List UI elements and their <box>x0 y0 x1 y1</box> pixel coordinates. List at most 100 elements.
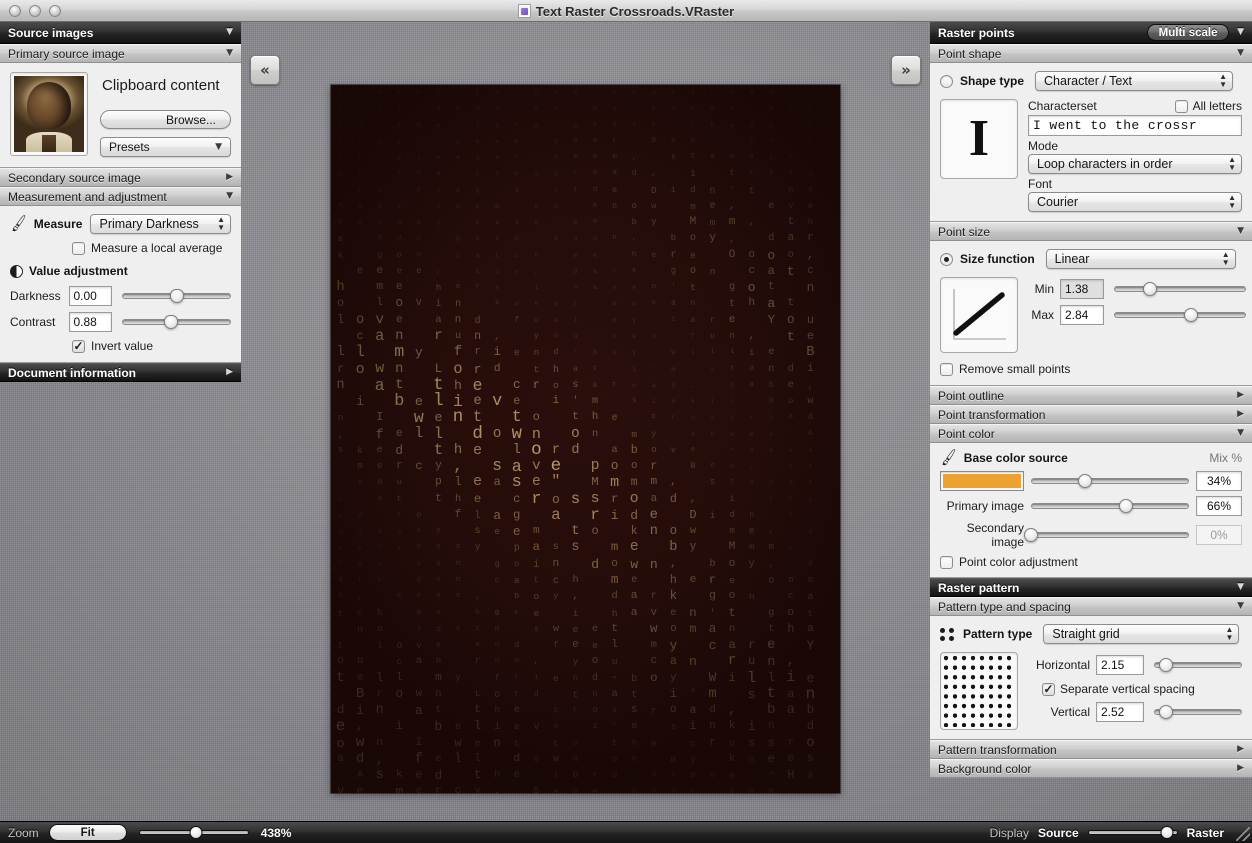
source-images-title: Source images <box>8 25 94 40</box>
chevron-down-icon[interactable]: ▼ <box>226 28 233 37</box>
window-titlebar: Text Raster Crossroads.VRaster <box>0 0 1252 22</box>
chevron-right-icon[interactable]: ▶ <box>226 368 233 377</box>
point-shape-body: Shape type Character / Text ▲ ▼ I Charact… <box>930 63 1252 222</box>
min-input[interactable]: 1.38 <box>1060 279 1104 299</box>
vertical-slider[interactable] <box>1154 703 1242 721</box>
presets-button[interactable]: Presets ▼ <box>100 137 231 157</box>
size-function-select[interactable]: Linear ▲ ▼ <box>1045 249 1236 269</box>
measurement-body: 🖌 Measure Primary Darkness ▲ ▼ Measure a … <box>0 206 241 363</box>
raster-points-header[interactable]: Raster points Multi scale ▼ <box>930 22 1252 44</box>
collapse-right-panel-button[interactable]: » <box>891 55 921 85</box>
secondary-source-header[interactable]: Secondary source image ▶ <box>0 168 241 187</box>
all-letters-checkbox[interactable] <box>1174 99 1188 113</box>
base-color-source-label: Base color source <box>963 451 1068 465</box>
max-input[interactable]: 2.84 <box>1060 305 1104 325</box>
chevron-down-icon[interactable]: ▼ <box>1237 583 1244 592</box>
artwork-text: I went to the crossroad, fell down on my… <box>335 89 816 793</box>
multi-scale-button[interactable]: Multi scale <box>1147 24 1230 41</box>
display-mode-slider[interactable] <box>1087 825 1178 841</box>
pattern-preview[interactable] <box>940 652 1018 730</box>
collapse-left-panel-button[interactable]: « <box>250 55 280 85</box>
point-shape-title: Point shape <box>938 46 1002 61</box>
chevron-right-icon[interactable]: ▶ <box>1237 764 1244 773</box>
source-images-panel: Source images ▼ Primary source image ▼ C… <box>0 22 241 382</box>
min-slider[interactable] <box>1114 280 1246 298</box>
measure-label: Measure <box>33 217 83 231</box>
shape-type-select[interactable]: Character / Text ▲ ▼ <box>1035 71 1234 91</box>
vertical-input[interactable]: 2.52 <box>1096 702 1144 722</box>
pattern-type-spacing-header[interactable]: Pattern type and spacing ▼ <box>930 597 1252 616</box>
point-shape-header[interactable]: Point shape ▼ <box>930 44 1252 63</box>
chevron-down-icon[interactable]: ▼ <box>226 192 233 201</box>
chevron-down-icon[interactable]: ▼ <box>1237 602 1244 611</box>
chevron-down-icon[interactable]: ▼ <box>1237 28 1244 37</box>
chevron-right-icon[interactable]: ▶ <box>1237 391 1244 400</box>
measure-select[interactable]: Primary Darkness ▲ ▼ <box>90 214 231 234</box>
point-color-header[interactable]: Point color ▼ <box>930 424 1252 443</box>
invert-value-checkbox[interactable] <box>72 339 85 353</box>
size-curve-preview[interactable] <box>940 277 1018 353</box>
contrast-input[interactable]: 0.88 <box>68 312 113 332</box>
characterset-input[interactable]: I went to the crossr <box>1028 115 1242 136</box>
display-raster-label: Raster <box>1186 825 1224 840</box>
primary-source-header[interactable]: Primary source image ▼ <box>0 44 241 63</box>
window-resize-grip[interactable] <box>1236 827 1250 841</box>
background-color-header[interactable]: Background color ▶ <box>930 759 1252 778</box>
zoom-label: Zoom <box>8 825 39 840</box>
local-average-label: Measure a local average <box>91 241 223 255</box>
raster-artwork[interactable]: I went to the crossroad, fell down on my… <box>331 85 840 793</box>
chevron-right-icon[interactable]: ▶ <box>1237 410 1244 419</box>
font-select[interactable]: Courier ▲ ▼ <box>1028 192 1242 212</box>
chevron-right-icon[interactable]: ▶ <box>226 173 233 182</box>
horizontal-slider[interactable] <box>1154 656 1242 674</box>
chevron-down-icon[interactable]: ▼ <box>1237 49 1244 58</box>
minimize-button[interactable] <box>29 4 41 17</box>
point-size-title: Point size <box>938 224 991 239</box>
point-size-header[interactable]: Point size ▼ <box>930 222 1252 241</box>
primary-source-body: Clipboard content Browse... Presets ▼ <box>0 63 241 168</box>
source-images-header[interactable]: Source images ▼ <box>0 22 241 44</box>
secondary-image-mix-slider[interactable] <box>1024 526 1189 544</box>
close-button[interactable] <box>9 4 21 17</box>
shape-preview[interactable]: I <box>940 99 1018 179</box>
zoom-slider[interactable] <box>138 825 249 841</box>
point-outline-header[interactable]: Point outline ▶ <box>930 386 1252 405</box>
window-controls[interactable] <box>9 4 61 17</box>
max-slider[interactable] <box>1114 306 1246 324</box>
raster-points-panel: Raster points Multi scale ▼ Point shape … <box>930 22 1252 778</box>
chevron-right-icon[interactable]: ▶ <box>1237 745 1244 754</box>
chevron-down-icon[interactable]: ▼ <box>1237 227 1244 236</box>
base-color-mix-slider[interactable] <box>1031 472 1189 490</box>
chevron-down-icon[interactable]: ▼ <box>1237 429 1244 438</box>
mode-select[interactable]: Loop characters in order ▲ ▼ <box>1028 154 1242 174</box>
secondary-source-title: Secondary source image <box>8 170 141 185</box>
base-color-mix-value[interactable]: 34% <box>1196 471 1242 491</box>
chevron-down-icon[interactable]: ▼ <box>226 49 233 58</box>
darkness-input[interactable]: 0.00 <box>68 286 113 306</box>
status-bar: Zoom Fit 438% Display Source Raster <box>0 821 1252 843</box>
portrait-thumbnail[interactable] <box>10 72 88 156</box>
zoom-fit-button[interactable]: Fit <box>48 824 127 841</box>
pattern-transformation-header[interactable]: Pattern transformation ▶ <box>930 740 1252 759</box>
separate-vertical-checkbox[interactable] <box>1042 682 1055 696</box>
zoom-button[interactable] <box>49 4 61 17</box>
pattern-type-select[interactable]: Straight grid ▲ ▼ <box>1043 624 1240 644</box>
measurement-header[interactable]: Measurement and adjustment ▼ <box>0 187 241 206</box>
point-color-adjustment-checkbox[interactable] <box>940 555 953 569</box>
primary-image-mix-value[interactable]: 66% <box>1196 496 1242 516</box>
contrast-slider[interactable] <box>122 313 231 331</box>
darkness-slider[interactable] <box>122 287 231 305</box>
point-transformation-header[interactable]: Point transformation ▶ <box>930 405 1252 424</box>
remove-small-points-checkbox[interactable] <box>940 362 953 376</box>
horizontal-input[interactable]: 2.15 <box>1096 655 1144 675</box>
shape-type-radio[interactable] <box>940 74 953 88</box>
point-color-title: Point color <box>938 426 995 441</box>
browse-button[interactable]: Browse... <box>100 110 231 129</box>
primary-image-mix-slider[interactable] <box>1031 497 1189 515</box>
raster-points-title: Raster points <box>938 25 1015 40</box>
raster-pattern-header[interactable]: Raster pattern ▼ <box>930 578 1252 597</box>
size-function-radio[interactable] <box>940 252 953 266</box>
base-color-swatch[interactable] <box>940 471 1024 491</box>
local-average-checkbox[interactable] <box>72 241 85 255</box>
document-information-header[interactable]: Document information ▶ <box>0 363 241 382</box>
